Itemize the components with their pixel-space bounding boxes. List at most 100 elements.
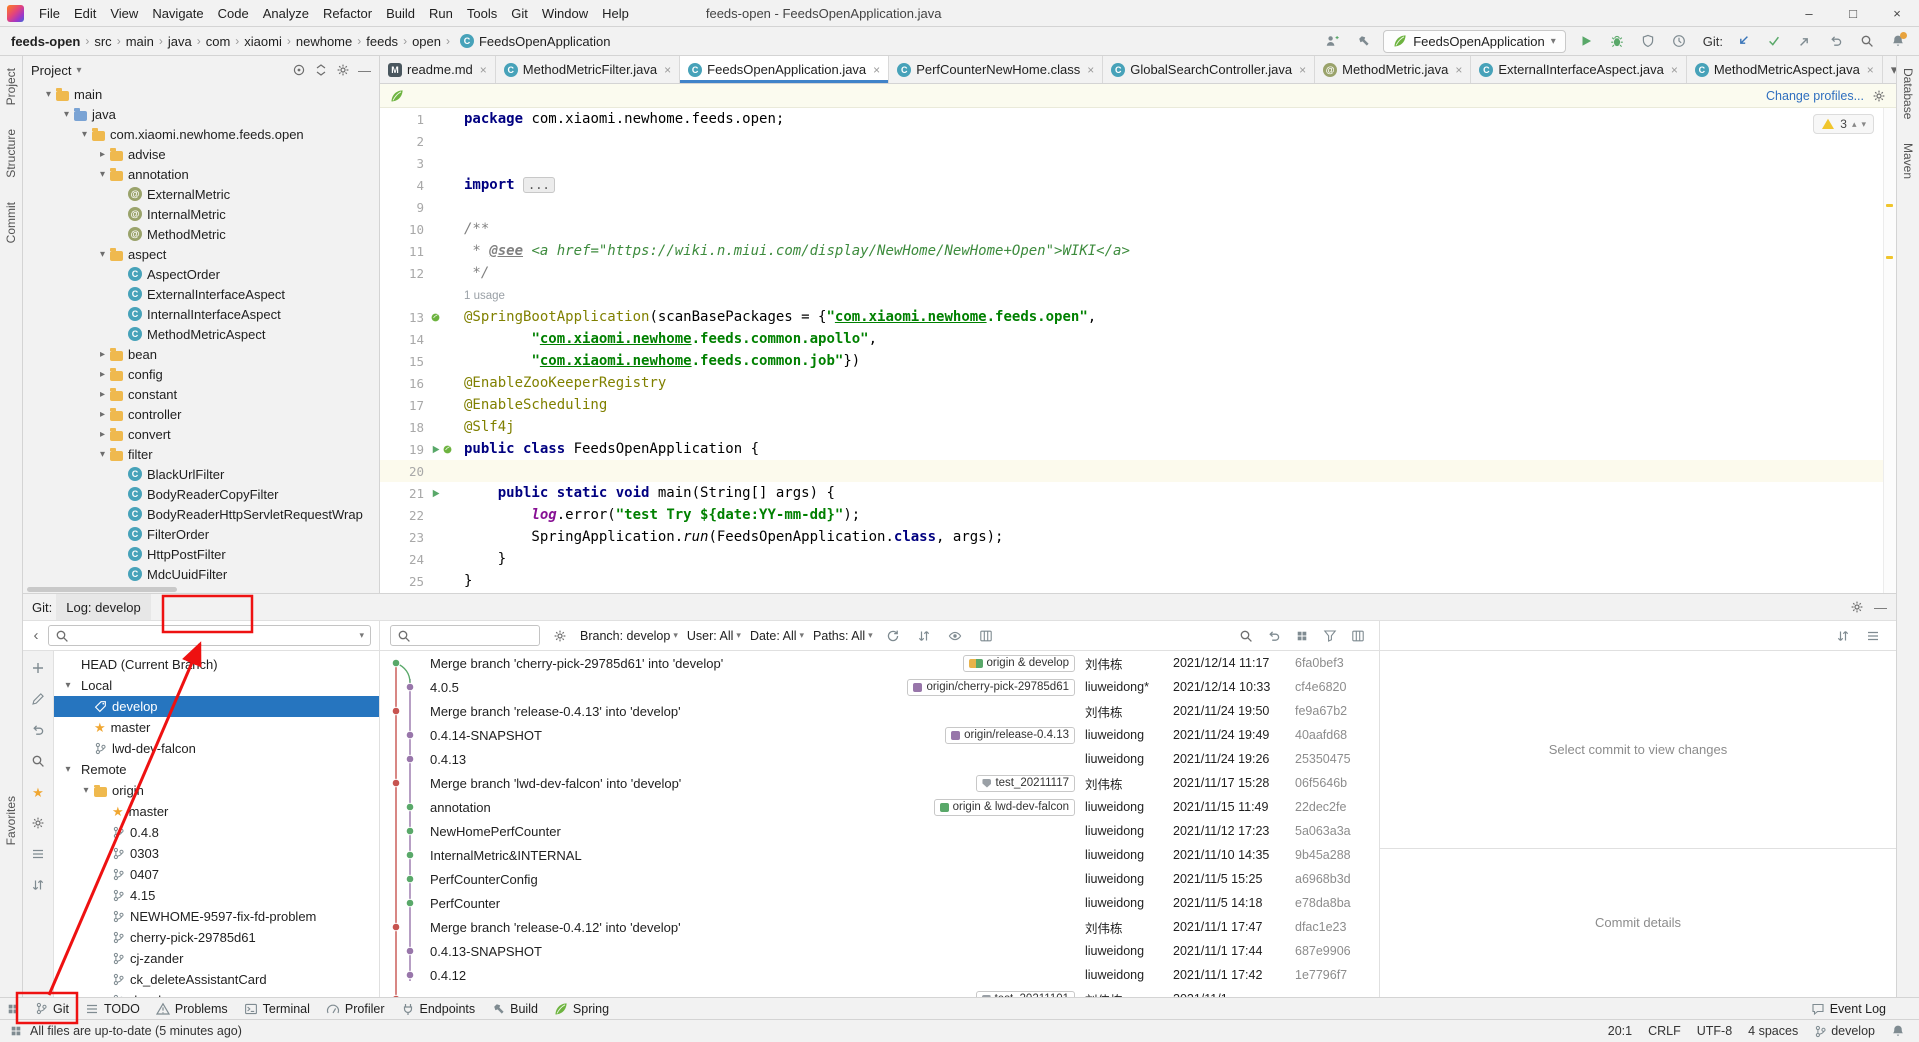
menu-view[interactable]: View	[103, 0, 145, 26]
project-tree-item[interactable]: @ExternalMetric	[23, 184, 379, 204]
commit-row[interactable]: PerfCounterConfigliuweidong2021/11/5 15:…	[380, 867, 1379, 891]
branch-item[interactable]: HEAD (Current Branch)	[54, 654, 379, 675]
menu-refactor[interactable]: Refactor	[316, 0, 379, 26]
rollback-icon[interactable]	[1263, 625, 1285, 647]
project-tree-item[interactable]: ▾main	[23, 84, 379, 104]
tool-window-toggle-icon[interactable]	[5, 1001, 21, 1017]
code-editor[interactable]: 1package com.xiaomi.newhome.feeds.open;2…	[380, 108, 1896, 593]
hidden-tabs-chevron-icon[interactable]: ▾	[1883, 56, 1896, 83]
tool-window-button-build[interactable]: Build	[483, 998, 546, 1019]
tab-close-icon[interactable]: ×	[1671, 63, 1678, 77]
tab-close-icon[interactable]: ×	[1087, 63, 1094, 77]
stripe-button-project[interactable]: Project	[4, 56, 18, 117]
project-tree-item[interactable]: ▾filter	[23, 444, 379, 464]
project-tree-item[interactable]: CFilterOrder	[23, 524, 379, 544]
breadcrumb-item[interactable]: xiaomi	[243, 34, 283, 49]
breadcrumb-file[interactable]: C FeedsOpenApplication	[460, 34, 611, 49]
settings-icon[interactable]	[27, 812, 49, 834]
branch-item[interactable]: ▾origin	[54, 780, 379, 801]
commit-row[interactable]: NewHomePerfCounterliuweidong2021/11/12 1…	[380, 819, 1379, 843]
search-everywhere-icon[interactable]	[1856, 30, 1878, 52]
code-line[interactable]: 24 }	[380, 548, 1896, 570]
indent-style[interactable]: 4 spaces	[1748, 1024, 1798, 1038]
notifications-icon[interactable]	[1891, 1024, 1905, 1038]
commit-search-field[interactable]	[390, 625, 540, 646]
commit-row[interactable]: Merge branch 'release-0.4.12' into 'deve…	[380, 915, 1379, 939]
branch-item[interactable]: 0407	[54, 864, 379, 885]
project-tree-item[interactable]: ▾com.xiaomi.newhome.feeds.open	[23, 124, 379, 144]
next-issue-icon[interactable]: ▾	[1861, 119, 1866, 130]
project-tree-item[interactable]: @InternalMetric	[23, 204, 379, 224]
editor-tab[interactable]: @MethodMetric.java×	[1315, 56, 1471, 83]
profiler-button[interactable]	[1668, 30, 1690, 52]
commit-row[interactable]: Merge branch 'release-0.4.13' into 'deve…	[380, 699, 1379, 723]
stripe-button-commit[interactable]: Commit	[4, 190, 18, 255]
code-line[interactable]: 16@EnableZooKeeperRegistry	[380, 372, 1896, 394]
project-tree-item[interactable]: ▾annotation	[23, 164, 379, 184]
commit-row[interactable]: 0.4.13-SNAPSHOTliuweidong2021/11/1 17:44…	[380, 939, 1379, 963]
run-configuration-select[interactable]: FeedsOpenApplication ▾	[1383, 30, 1566, 53]
project-tree-item[interactable]: CBodyReaderHttpServletRequestWrap	[23, 504, 379, 524]
branch-item[interactable]: 4.15	[54, 885, 379, 906]
tree-chevron-icon[interactable]: ▾	[95, 449, 110, 460]
settings-icon[interactable]	[1850, 600, 1864, 614]
tab-close-icon[interactable]: ×	[1867, 63, 1874, 77]
update-project-button[interactable]	[1732, 30, 1754, 52]
project-tree-item[interactable]: ▸advise	[23, 144, 379, 164]
menu-run[interactable]: Run	[422, 0, 460, 26]
project-tree-item[interactable]: CAspectOrder	[23, 264, 379, 284]
locate-file-icon[interactable]	[292, 63, 306, 77]
branch-item[interactable]: cherry-pick-29785d61	[54, 927, 379, 948]
code-line[interactable]: 20	[380, 460, 1896, 482]
collapse-all-icon[interactable]	[314, 63, 328, 77]
project-tree-item[interactable]: CMdcUuidFilter	[23, 564, 379, 584]
project-tree-item[interactable]: ▸controller	[23, 404, 379, 424]
line-separator[interactable]: CRLF	[1648, 1024, 1681, 1038]
project-tree-item[interactable]: ▸config	[23, 364, 379, 384]
paths-filter[interactable]: Paths: All▾	[813, 629, 873, 643]
branch-item[interactable]: develop	[54, 990, 379, 997]
menu-code[interactable]: Code	[211, 0, 256, 26]
code-line[interactable]: 22 log.error("test Try ${date:YY-mm-dd}"…	[380, 504, 1896, 526]
project-tree-item[interactable]: ▸constant	[23, 384, 379, 404]
ref-badge[interactable]: origin & lwd-dev-falcon	[934, 799, 1075, 816]
ref-badge[interactable]: test_20211117	[976, 775, 1075, 792]
run-button[interactable]	[1575, 30, 1597, 52]
tool-window-button-todo[interactable]: TODO	[77, 998, 148, 1019]
favorites-icon[interactable]: ★	[27, 781, 49, 803]
commit-row[interactable]: PerfCounterliuweidong2021/11/5 14:18e78d…	[380, 891, 1379, 915]
breadcrumb-item[interactable]: feeds-open	[10, 34, 81, 49]
editor-tab[interactable]: CFeedsOpenApplication.java×	[680, 56, 889, 83]
tree-chevron-icon[interactable]: ▸	[95, 389, 110, 400]
edit-icon[interactable]	[27, 688, 49, 710]
tree-chevron-icon[interactable]: ▸	[95, 149, 110, 160]
tree-chevron-icon[interactable]: ▸	[95, 349, 110, 360]
project-tree-item[interactable]: CBlackUrlFilter	[23, 464, 379, 484]
branch-item[interactable]: 0303	[54, 843, 379, 864]
user-filter[interactable]: User: All▾	[687, 629, 741, 643]
inspections-widget[interactable]: 3 ▴ ▾	[1813, 114, 1874, 134]
tab-close-icon[interactable]: ×	[664, 63, 671, 77]
warning-mark[interactable]	[1886, 204, 1893, 207]
banner-settings-icon[interactable]	[1872, 89, 1886, 103]
sort-icon[interactable]	[913, 625, 935, 647]
branch-item[interactable]: develop	[54, 696, 379, 717]
ref-badge[interactable]: test_20211101	[976, 991, 1075, 998]
breadcrumb-item[interactable]: src	[93, 34, 112, 49]
presentation-icon[interactable]	[1862, 625, 1884, 647]
code-line[interactable]: 18@Slf4j	[380, 416, 1896, 438]
code-line[interactable]: 21 public static void main(String[] args…	[380, 482, 1896, 504]
breadcrumb-item[interactable]: java	[167, 34, 193, 49]
rollback-icon[interactable]	[27, 719, 49, 741]
code-with-me-icon[interactable]	[1321, 30, 1343, 52]
code-line[interactable]: 17@EnableScheduling	[380, 394, 1896, 416]
stripe-button-structure[interactable]: Structure	[4, 117, 18, 190]
branch-item[interactable]: ck_deleteAssistantCard	[54, 969, 379, 990]
menu-window[interactable]: Window	[535, 0, 595, 26]
gutter-icon[interactable]	[428, 444, 454, 455]
git-log-tab[interactable]: Log: develop	[56, 594, 150, 620]
code-line[interactable]: 4import ...	[380, 174, 1896, 196]
project-tree-item[interactable]: ▾aspect	[23, 244, 379, 264]
tool-window-button-spring[interactable]: Spring	[546, 998, 617, 1019]
debug-button[interactable]	[1606, 30, 1628, 52]
